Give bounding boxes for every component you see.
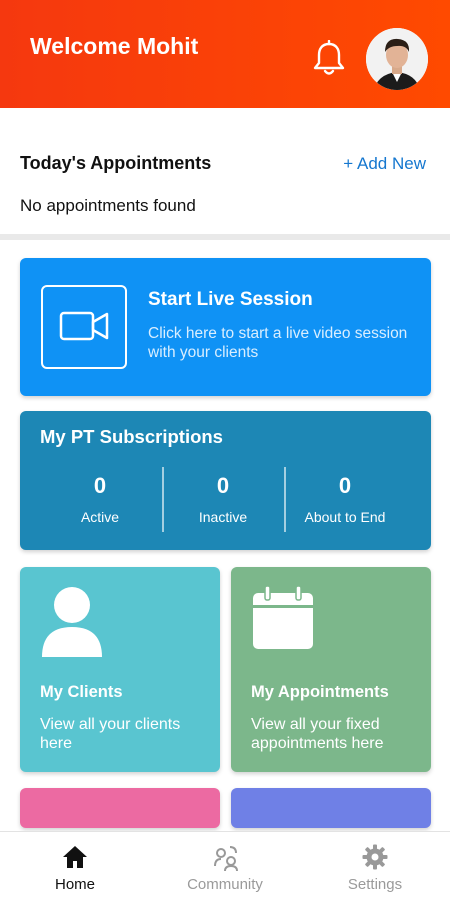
welcome-text: Welcome Mohit <box>30 33 199 59</box>
nav-community[interactable]: Community <box>150 832 300 901</box>
my-appointments-subtitle: View all your fixed appointments here <box>251 716 384 752</box>
nav-home[interactable]: Home <box>0 832 150 901</box>
community-icon <box>214 846 238 872</box>
calendar-icon <box>251 585 315 656</box>
stat-active-value: 0 <box>93 473 107 498</box>
live-session-subtitle: Click here to start a live video session… <box>148 325 408 361</box>
stat-about-to-end-value: 0 <box>338 473 352 498</box>
live-session-title: Start Live Session <box>148 289 313 310</box>
pt-subscriptions-title: My PT Subscriptions <box>40 426 223 447</box>
partial-tile-pink[interactable] <box>20 788 220 828</box>
my-appointments-tile[interactable]: My Appointments View all your fixed appo… <box>231 567 431 772</box>
partial-tile-purple[interactable] <box>231 788 431 828</box>
gear-icon <box>362 844 388 870</box>
stat-about-to-end-label: About to End <box>304 509 386 525</box>
no-appointments-text: No appointments found <box>20 196 196 215</box>
stat-inactive[interactable]: 0 Inactive <box>163 473 283 525</box>
bottom-navigation: Home Community Settings <box>0 831 450 901</box>
stat-about-to-end[interactable]: 0 About to End <box>285 473 405 525</box>
appointments-title: Today's Appointments <box>20 153 212 173</box>
nav-settings-label: Settings <box>347 876 403 893</box>
my-appointments-title: My Appointments <box>251 683 389 701</box>
user-icon <box>40 585 104 664</box>
stat-active[interactable]: 0 Active <box>40 473 160 525</box>
nav-settings[interactable]: Settings <box>300 832 450 901</box>
nav-home-label: Home <box>54 876 95 893</box>
notification-bell-icon[interactable] <box>311 39 347 78</box>
my-clients-tile[interactable]: My Clients View all your clients here <box>20 567 220 772</box>
pt-subscriptions-card[interactable]: My PT Subscriptions 0 Active 0 Inactive … <box>20 411 431 550</box>
app-header: Welcome Mohit <box>0 0 450 108</box>
video-camera-icon <box>41 285 127 369</box>
add-new-appointment-link[interactable]: + Add New <box>343 154 426 174</box>
stat-inactive-label: Inactive <box>198 509 248 525</box>
section-divider <box>0 234 450 240</box>
stat-inactive-value: 0 <box>216 473 230 498</box>
stat-active-label: Active <box>80 509 120 525</box>
nav-community-label: Community <box>187 876 263 893</box>
start-live-session-card[interactable]: Start Live Session Click here to start a… <box>20 258 431 396</box>
my-clients-title: My Clients <box>40 683 123 701</box>
profile-avatar[interactable] <box>366 28 428 90</box>
home-icon <box>63 846 87 868</box>
my-clients-subtitle: View all your clients here <box>40 716 181 752</box>
